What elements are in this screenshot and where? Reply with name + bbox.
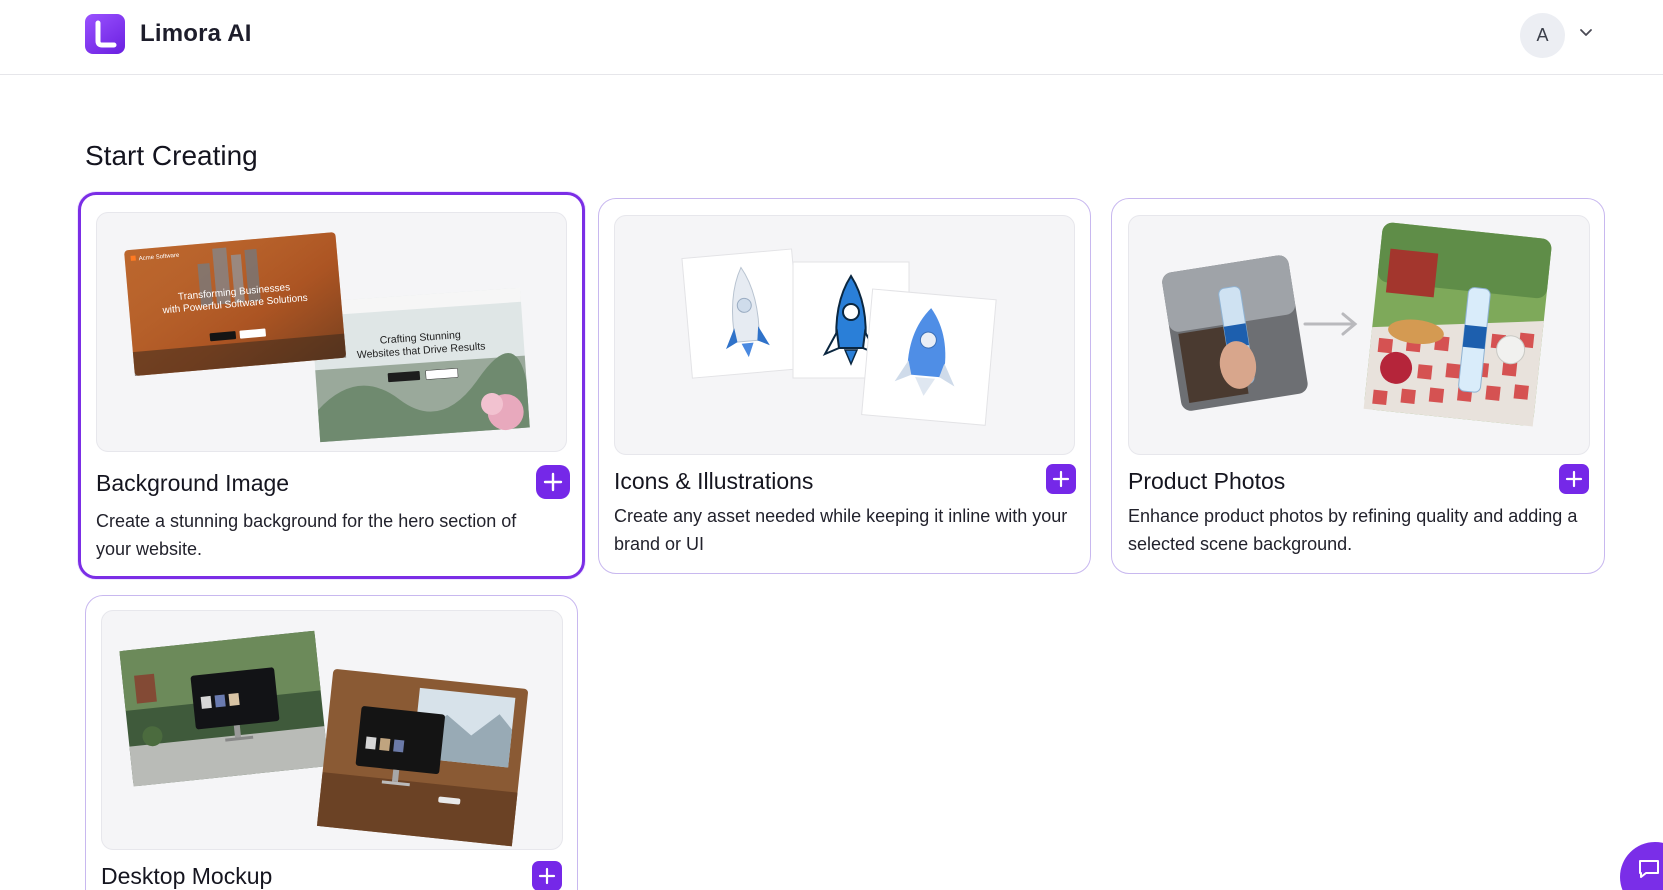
limora-logo-icon[interactable]: [85, 14, 125, 54]
add-desktop-mockup-button[interactable]: [532, 861, 562, 890]
chat-icon: [1639, 860, 1659, 878]
plus-icon: [538, 867, 556, 885]
plus-icon: [543, 472, 563, 492]
card-title: Background Image: [96, 470, 290, 496]
card-product-photos[interactable]: Product Photos Enhance product photos by…: [1111, 198, 1605, 574]
card-title: Desktop Mockup: [101, 863, 273, 889]
icons-illustrations-thumbnail: [614, 215, 1075, 455]
chat-button[interactable]: [1620, 842, 1663, 890]
card-description: Create any asset needed while keeping it…: [614, 506, 1068, 554]
card-title: Product Photos: [1128, 468, 1286, 494]
user-avatar[interactable]: A: [1520, 13, 1565, 58]
card-icons-illustrations[interactable]: Icons & Illustrations Create any asset n…: [598, 198, 1091, 574]
product-photos-thumbnail: [1128, 215, 1590, 455]
plus-icon: [1565, 470, 1583, 488]
card-background-image[interactable]: Crafting Stunning Websites that Drive Re…: [78, 192, 585, 579]
add-product-photos-button[interactable]: [1559, 464, 1589, 494]
add-background-image-button[interactable]: [536, 465, 570, 499]
page-title: Start Creating: [85, 140, 258, 171]
background-image-thumbnail: Crafting Stunning Websites that Drive Re…: [96, 212, 567, 452]
chevron-down-icon[interactable]: [1578, 24, 1594, 40]
plus-icon: [1052, 470, 1070, 488]
desktop-mockup-thumbnail: [101, 610, 563, 850]
top-bar: Limora AI A: [0, 0, 1663, 75]
card-description: Create a stunning background for the her…: [96, 511, 517, 559]
add-icons-illustrations-button[interactable]: [1046, 464, 1076, 494]
card-desktop-mockup[interactable]: Desktop Mockup: [85, 595, 578, 890]
brand-name[interactable]: Limora AI: [140, 20, 252, 48]
card-description: Enhance product photos by refining quali…: [1128, 506, 1578, 554]
card-title: Icons & Illustrations: [614, 468, 814, 494]
